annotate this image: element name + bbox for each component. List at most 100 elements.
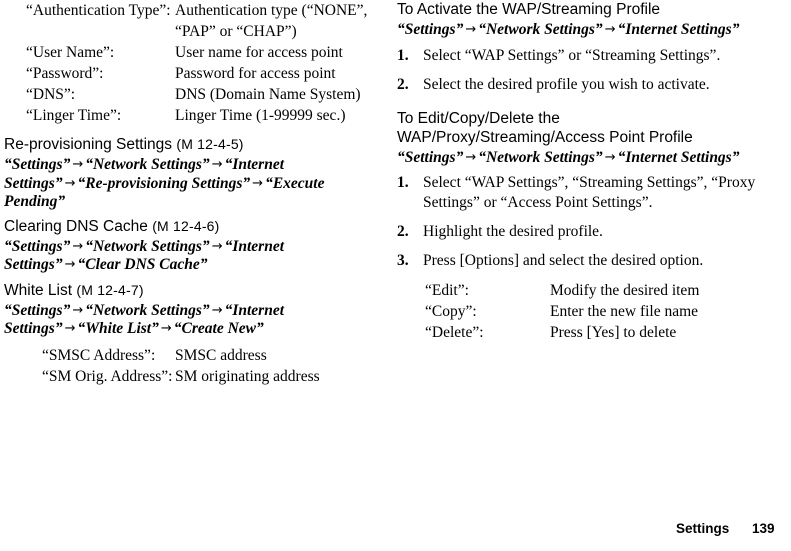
arrow-icon: → (604, 22, 616, 37)
path-segment: “Settings” (4, 156, 71, 173)
path-segment: “White List” (77, 320, 159, 337)
definition-term: “Authentication Type”: (26, 2, 171, 19)
white-list-parameter-list: “SMSC Address”: SMSC address “SM Orig. A… (42, 345, 376, 387)
navigation-path-clearing-dns-cache: “Settings” → “Network Settings” → “Internet … (4, 238, 376, 275)
definition-description: Password for access point (175, 65, 336, 82)
definition-description: Authentication type (“NONE”, “PAP” or “C… (175, 2, 368, 40)
arrow-icon: → (64, 321, 76, 336)
path-segment: “Network Settings” (478, 148, 603, 166)
list-item: 2. Select the desired profile you wish t… (397, 75, 769, 95)
path-segment: “Internet Settings” (617, 148, 740, 166)
navigation-path-re-provisioning-settings: “Settings” → “Network Settings” → “Internet … (4, 156, 376, 211)
definition-description: Linger Time (1-99999 sec.) (175, 107, 346, 124)
section-heading-edit-copy-delete-profile: To Edit/Copy/Delete the WAP/Proxy/Stream… (397, 109, 693, 146)
section-heading-re-provisioning-settings: Re-provisioning Settings (M 12-4-5) (4, 135, 376, 154)
section-heading-activate-wap-streaming-profile: To Activate the WAP/Streaming Profile (397, 1, 661, 18)
path-segment: “Settings” (397, 21, 464, 38)
step-text: Select “WAP Settings” or “Streaming Sett… (423, 46, 721, 64)
footer-chapter-label: Settings (676, 521, 730, 536)
definition-term: “User Name”: (26, 44, 115, 61)
definition-row: “Copy”: Enter the new file name (425, 301, 769, 322)
path-segment: “Network Settings” (478, 21, 603, 38)
step-text: Press [Options] and select the desired o… (423, 252, 704, 269)
arrow-icon: → (211, 157, 223, 172)
step-text: Select the desired profile you wish to a… (423, 75, 710, 93)
list-item: 2. Highlight the desired profile. (397, 222, 769, 242)
definition-description: Press [Yes] to delete (550, 324, 677, 341)
definition-row: “User Name”: User name for access point (26, 42, 376, 63)
definition-term: “Delete”: (425, 324, 484, 341)
definition-description: DNS (Domain Name System) (175, 86, 361, 103)
step-text: Select “WAP Settings”, “Streaming Settin… (423, 174, 756, 211)
definition-term: “SMSC Address”: (42, 346, 156, 364)
path-segment: “Settings” (4, 237, 71, 255)
definition-row: “Password”: Password for access point (26, 63, 376, 84)
definition-term: “Password”: (26, 65, 104, 82)
step-number: 1. (397, 174, 409, 191)
definition-description: SM originating address (175, 367, 320, 385)
arrow-icon: → (64, 257, 76, 272)
access-point-parameter-list: “Authentication Type”: Authentication ty… (26, 0, 376, 126)
path-segment: “Network Settings” (85, 237, 210, 255)
footer-page-number: 139 (752, 521, 775, 536)
path-segment: “Settings” (397, 148, 464, 166)
definition-row: “DNS”: DNS (Domain Name System) (26, 84, 376, 105)
definition-description: Enter the new file name (550, 303, 699, 320)
definition-term: “SM Orig. Address”: (42, 367, 173, 385)
step-list-edit-copy-delete-profile: 1. Select “WAP Settings”, “Streaming Set… (397, 173, 769, 271)
definition-term: “DNS”: (26, 86, 76, 103)
page-footer: Settings 139 (0, 521, 791, 541)
arrow-icon: → (64, 175, 76, 191)
path-segment: “Network Settings” (85, 301, 210, 319)
path-segment: “Re-provisioning Settings” (77, 174, 251, 192)
arrow-icon: → (160, 321, 172, 336)
step-number: 3. (397, 252, 409, 269)
arrow-icon: → (252, 175, 264, 191)
definition-term: “Edit”: (425, 282, 469, 299)
definition-description: SMSC address (175, 346, 267, 364)
profile-option-list: “Edit”: Modify the desired item “Copy”: … (425, 280, 769, 343)
right-column: To Activate the WAP/Streaming Profile “S… (397, 0, 769, 343)
arrow-icon: → (604, 149, 616, 165)
arrow-icon: → (211, 238, 223, 254)
list-item: 1. Select “WAP Settings” or “Streaming S… (397, 46, 769, 66)
path-segment: “Clear DNS Cache” (77, 256, 208, 273)
step-number: 1. (397, 46, 409, 64)
arrow-icon: → (72, 302, 84, 318)
section-menu-code: (M 12-4-7) (76, 281, 144, 298)
definition-description: User name for access point (175, 44, 343, 61)
arrow-icon: → (72, 238, 84, 254)
definition-description: Modify the desired item (550, 282, 700, 299)
navigation-path-white-list: “Settings” → “Network Settings” → “Internet … (4, 302, 376, 339)
section-heading-clearing-dns-cache: Clearing DNS Cache (M 12-4-6) (4, 217, 376, 236)
list-item: 3. Press [Options] and select the desire… (397, 251, 769, 271)
left-column: “Authentication Type”: Authentication ty… (4, 0, 376, 387)
arrow-icon: → (72, 157, 84, 172)
definition-term: “Linger Time”: (26, 107, 122, 124)
navigation-path-activate-profile: “Settings” → “Network Settings” → “Internet … (397, 21, 769, 40)
definition-row: “Delete”: Press [Yes] to delete (425, 322, 769, 343)
section-title: Re-provisioning Settings (4, 136, 173, 153)
definition-row: “Linger Time”: Linger Time (1-99999 sec.… (26, 105, 376, 126)
path-segment: “Internet Settings” (617, 21, 740, 38)
path-segment: “Network Settings” (85, 156, 210, 173)
navigation-path-edit-copy-delete-profile: “Settings” → “Network Settings” → “Internet … (397, 149, 769, 168)
path-segment: “Create New” (173, 320, 264, 337)
section-title: Clearing DNS Cache (4, 217, 148, 235)
definition-row: “SM Orig. Address”: SM originating addre… (42, 366, 376, 387)
step-text: Highlight the desired profile. (423, 223, 603, 240)
arrow-icon: → (211, 302, 223, 318)
section-heading-white-list: White List (M 12-4-7) (4, 281, 376, 300)
step-number: 2. (397, 75, 409, 93)
arrow-icon: → (465, 149, 477, 165)
section-menu-code: (M 12-4-6) (152, 217, 220, 234)
section-menu-code: (M 12-4-5) (176, 136, 244, 152)
list-item: 1. Select “WAP Settings”, “Streaming Set… (397, 173, 769, 213)
section-title: White List (4, 281, 73, 299)
definition-row: “Authentication Type”: Authentication ty… (26, 0, 376, 42)
definition-row: “SMSC Address”: SMSC address (42, 345, 376, 366)
arrow-icon: → (465, 22, 477, 37)
step-number: 2. (397, 223, 409, 240)
definition-row: “Edit”: Modify the desired item (425, 280, 769, 301)
definition-term: “Copy”: (425, 303, 477, 320)
